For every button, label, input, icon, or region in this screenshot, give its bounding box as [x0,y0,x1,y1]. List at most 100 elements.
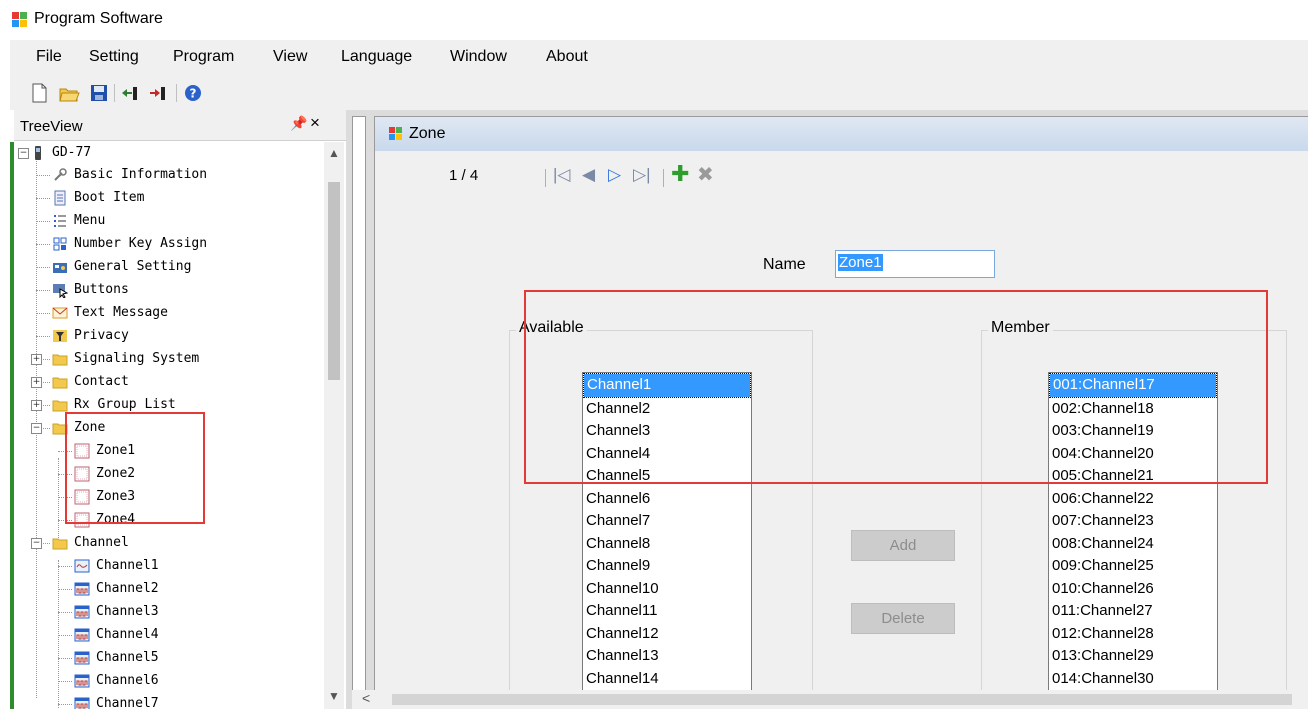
save-icon[interactable] [88,82,110,104]
close-icon[interactable]: × [310,113,320,133]
tree-node[interactable]: Channel6 [74,670,159,692]
tree-node[interactable]: General Setting [52,256,191,278]
tree-node[interactable]: Privacy [52,325,129,347]
record-navigator: 1 / 4 |◁ ◀ ▷ ▷| ✚ ✖ [385,161,785,191]
collapse-toggle[interactable]: − [31,423,42,434]
menu-window[interactable]: Window [450,48,507,66]
member-channels-list[interactable]: 001:Channel17 002:Channel18 003:Channel19 0… [1048,372,1218,694]
available-channel-item[interactable]: Channel3 [583,420,751,443]
available-channel-item[interactable]: Channel12 [583,623,751,646]
member-channel-item[interactable]: 001:Channel17 [1049,373,1217,398]
open-folder-icon[interactable] [58,82,80,104]
delete-record-icon[interactable]: ✖ [697,162,714,187]
tree-node[interactable]: Channel4 [74,624,159,646]
available-channel-item[interactable]: Channel1 [583,373,751,398]
tree-node-label: Signaling System [74,351,200,366]
tree-node-label: Zone4 [96,512,136,527]
member-channel-item[interactable]: 006:Channel22 [1049,488,1217,511]
member-channel-item[interactable]: 011:Channel27 [1049,600,1217,623]
tree-view[interactable]: − GD-77 Basic Information Boot Item Menu Nu… [14,142,322,709]
last-record-icon[interactable]: ▷| [633,165,651,185]
tree-node-label: Channel1 [96,558,159,573]
member-channel-item[interactable]: 004:Channel20 [1049,443,1217,466]
available-channel-item[interactable]: Channel7 [583,510,751,533]
tree-node[interactable]: Menu [52,210,105,232]
menu-view[interactable]: View [273,48,307,66]
delete-button[interactable]: Delete [851,603,955,634]
available-channel-item[interactable]: Channel6 [583,488,751,511]
member-channel-item[interactable]: 007:Channel23 [1049,510,1217,533]
tree-node[interactable]: Number Key Assign [52,233,207,255]
available-channel-item[interactable]: Channel10 [583,578,751,601]
first-record-icon[interactable]: |◁ [553,165,571,185]
available-channels-list[interactable]: Channel1 Channel2 Channel3 Channel4 Channel5… [582,372,752,694]
expand-toggle[interactable]: + [31,400,42,411]
menu-program[interactable]: Program [173,48,234,66]
scroll-thumb[interactable] [328,182,340,380]
tree-node-label: Zone1 [96,443,136,458]
read-from-radio-icon[interactable] [120,82,142,104]
tree-node[interactable]: Channel7 [74,693,159,709]
available-channel-item[interactable]: Channel4 [583,443,751,466]
expand-toggle[interactable]: + [31,354,42,365]
member-channel-item[interactable]: 013:Channel29 [1049,645,1217,668]
chevron-down-icon[interactable]: ▼ [328,689,340,703]
tree-node[interactable]: Basic Information [52,164,207,186]
tree-node[interactable]: Buttons [52,279,129,301]
add-record-icon[interactable]: ✚ [671,161,689,187]
expand-toggle[interactable]: + [31,377,42,388]
pin-icon[interactable]: 📌 [290,115,307,132]
scroll-thumb[interactable] [392,694,1292,705]
tree-node[interactable]: Channel [52,532,129,554]
tree-node[interactable]: Rx Group List [52,394,176,416]
member-channel-item[interactable]: 010:Channel26 [1049,578,1217,601]
next-record-icon[interactable]: ▷ [608,165,621,185]
available-channel-item[interactable]: Channel11 [583,600,751,623]
menu-setting[interactable]: Setting [89,48,139,66]
help-icon[interactable]: ? [182,82,204,104]
tree-node-root[interactable]: GD-77 [30,142,91,164]
member-channel-item[interactable]: 002:Channel18 [1049,398,1217,421]
tree-node[interactable]: Channel1 [74,555,159,577]
available-channel-item[interactable]: Channel13 [583,645,751,668]
zone-icon [74,443,90,459]
available-channel-item[interactable]: Channel5 [583,465,751,488]
available-channel-item[interactable]: Channel14 [583,668,751,691]
chevron-up-icon[interactable]: ▲ [328,146,340,160]
menu-language[interactable]: Language [341,48,412,66]
member-channel-item[interactable]: 003:Channel19 [1049,420,1217,443]
folder-icon [52,374,68,390]
menu-about[interactable]: About [546,48,588,66]
available-channel-item[interactable]: Channel2 [583,398,751,421]
collapse-toggle[interactable]: − [18,148,29,159]
tree-node[interactable]: Boot Item [52,187,144,209]
member-channel-item[interactable]: 014:Channel30 [1049,668,1217,691]
tree-vertical-scrollbar[interactable]: ▲ ▼ [324,142,344,709]
tree-node[interactable]: Text Message [52,302,168,324]
tree-node[interactable]: Channel3 [74,601,159,623]
tree-node[interactable]: Zone [52,417,105,439]
zone-name-input[interactable]: Zone1 [835,250,995,278]
tree-node[interactable]: Zone1 [74,440,135,462]
write-to-radio-icon[interactable] [148,82,170,104]
collapse-toggle[interactable]: − [31,538,42,549]
previous-record-icon[interactable]: ◀ [582,165,595,185]
available-channel-item[interactable]: Channel9 [583,555,751,578]
tree-node[interactable]: Zone4 [74,509,135,531]
tree-node[interactable]: Zone3 [74,486,135,508]
tree-node[interactable]: Channel5 [74,647,159,669]
tree-node[interactable]: Signaling System [52,348,199,370]
horizontal-scrollbar[interactable]: < [352,690,1308,709]
tree-node[interactable]: Channel2 [74,578,159,600]
chevron-left-icon[interactable]: < [362,690,370,706]
new-file-icon[interactable] [28,82,50,104]
available-channel-item[interactable]: Channel8 [583,533,751,556]
member-channel-item[interactable]: 008:Channel24 [1049,533,1217,556]
menu-file[interactable]: File [36,48,62,66]
add-button[interactable]: Add [851,530,955,561]
tree-node[interactable]: Contact [52,371,129,393]
member-channel-item[interactable]: 012:Channel28 [1049,623,1217,646]
member-channel-item[interactable]: 009:Channel25 [1049,555,1217,578]
member-channel-item[interactable]: 005:Channel21 [1049,465,1217,488]
tree-node[interactable]: Zone2 [74,463,135,485]
